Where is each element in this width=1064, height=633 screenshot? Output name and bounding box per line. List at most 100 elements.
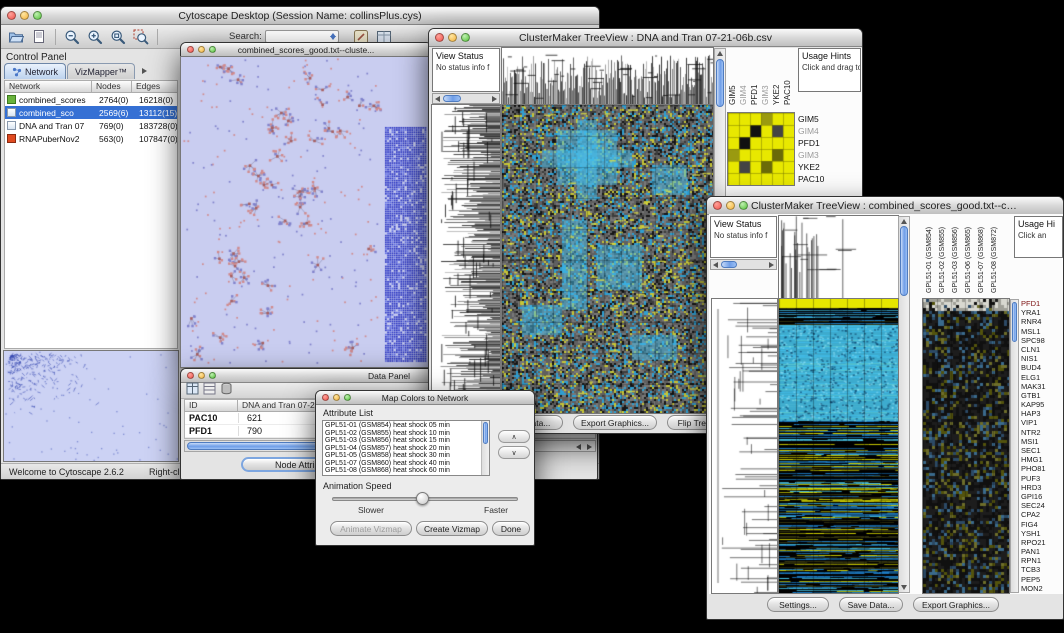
network-canvas[interactable]: [181, 57, 431, 367]
header-id[interactable]: ID: [184, 399, 238, 412]
gene-label[interactable]: MSI1: [1021, 437, 1063, 446]
zoom-window-button[interactable]: [461, 33, 470, 42]
zoom-fit-icon[interactable]: [108, 27, 128, 47]
gene-label[interactable]: RPO21: [1021, 538, 1063, 547]
close-button[interactable]: [7, 11, 16, 20]
scroll-left-icon[interactable]: [713, 262, 718, 268]
scroll-up-icon[interactable]: [717, 51, 723, 56]
minimize-button[interactable]: [198, 372, 205, 379]
treeview-combined-titlebar[interactable]: ClusterMaker TreeView : combined_scores_…: [707, 197, 1063, 215]
scrollbar-thumb[interactable]: [721, 261, 737, 268]
attribute-list-item[interactable]: GPL51-04 (GSM857) heat shock 20 min: [325, 445, 487, 453]
open-folder-icon[interactable]: [6, 27, 26, 47]
scroll-right-icon[interactable]: [769, 262, 774, 268]
zoom-selected-region-icon[interactable]: [131, 27, 151, 47]
attribute-delete-icon[interactable]: [220, 382, 233, 400]
animation-speed-slider-thumb[interactable]: [416, 492, 429, 505]
gene-label[interactable]: TCB3: [1021, 565, 1063, 574]
gene-label[interactable]: FIG4: [1021, 520, 1063, 529]
minimize-button[interactable]: [198, 46, 205, 53]
gene-label[interactable]: PAN1: [1021, 547, 1063, 556]
gene-label[interactable]: PEP5: [1021, 575, 1063, 584]
header-nodes[interactable]: Nodes: [92, 80, 132, 93]
create-vizmap-button[interactable]: Create Vizmap: [416, 521, 488, 536]
attribute-list-item[interactable]: GPL51-07 (GSM860) heat shock 40 min: [325, 460, 487, 468]
gene-label[interactable]: NTR2: [1021, 428, 1063, 437]
attribute-select-icon[interactable]: [186, 382, 199, 400]
zoom-window-button[interactable]: [739, 201, 748, 210]
minimize-button[interactable]: [726, 201, 735, 210]
map-colors-titlebar[interactable]: Map Colors to Network: [316, 391, 534, 405]
main-window-titlebar[interactable]: Cytoscape Desktop (Session Name: collins…: [1, 7, 599, 25]
gene-label[interactable]: SPC98: [1021, 336, 1063, 345]
gene-label[interactable]: YRA1: [1021, 308, 1063, 317]
gene-label[interactable]: YSH1: [1021, 529, 1063, 538]
gene-label[interactable]: MSL1: [1021, 327, 1063, 336]
close-button[interactable]: [713, 201, 722, 210]
network-list-row[interactable]: DNA and Tran 07 769(0) 183728(0): [5, 119, 177, 132]
move-down-button[interactable]: ∨: [498, 446, 530, 459]
scroll-left-icon[interactable]: [576, 444, 581, 450]
gene-label[interactable]: GTB1: [1021, 391, 1063, 400]
close-button[interactable]: [187, 46, 194, 53]
header-network[interactable]: Network: [4, 80, 92, 93]
gene-label[interactable]: RNR4: [1021, 317, 1063, 326]
gene-label[interactable]: RPN1: [1021, 556, 1063, 565]
gene-label[interactable]: GPI16: [1021, 492, 1063, 501]
heatmap-vscrollbar[interactable]: [898, 216, 910, 593]
network-list-row[interactable]: RNAPuberNov2 563(0) 107847(0): [5, 132, 177, 145]
close-button[interactable]: [435, 33, 444, 42]
column-dendrogram-canvas[interactable]: [779, 216, 898, 298]
minimize-button[interactable]: [448, 33, 457, 42]
gene-label[interactable]: MON2: [1021, 584, 1063, 593]
scroll-down-icon[interactable]: [901, 585, 907, 590]
attribute-list-vscrollbar[interactable]: [481, 421, 489, 475]
gene-label[interactable]: PHO81: [1021, 464, 1063, 473]
minimize-button[interactable]: [20, 11, 29, 20]
combo-down-icon[interactable]: [330, 36, 336, 40]
row-dendrogram-canvas[interactable]: [432, 105, 500, 413]
scrollbar-thumb[interactable]: [483, 422, 488, 444]
attribute-table-icon[interactable]: [203, 382, 216, 400]
scrollbar-thumb[interactable]: [1012, 302, 1017, 342]
header-edges[interactable]: Edges: [132, 80, 178, 93]
expression-vscrollbar[interactable]: [1010, 299, 1019, 593]
gene-label[interactable]: KAP95: [1021, 400, 1063, 409]
gene-label[interactable]: CPA2: [1021, 510, 1063, 519]
similarity-matrix-canvas[interactable]: [728, 113, 794, 185]
attribute-list-item[interactable]: GPL51-08 (GSM868) heat shock 60 min: [325, 467, 487, 475]
scroll-up-icon[interactable]: [901, 219, 907, 224]
zoom-out-icon[interactable]: [62, 27, 82, 47]
network-list-row[interactable]: combined_scores 2764(0) 16218(0): [5, 93, 177, 106]
heatmap-canvas[interactable]: [779, 299, 898, 593]
attribute-list-item[interactable]: GPL51-01 (GSM854) heat shock 05 min: [325, 422, 487, 430]
tab-overflow-icon[interactable]: [142, 68, 147, 74]
expression-heatmap-canvas[interactable]: [923, 299, 1009, 593]
gene-label[interactable]: PUF3: [1021, 474, 1063, 483]
row-dendrogram-canvas[interactable]: [712, 299, 777, 593]
tab-vizmapper[interactable]: VizMapper™: [67, 63, 135, 79]
attribute-list-item[interactable]: GPL51-02 (GSM855) heat shock 10 min: [325, 430, 487, 438]
done-button[interactable]: Done: [492, 521, 530, 536]
export-graphics-button[interactable]: Export Graphics...: [573, 415, 657, 430]
network-list-row[interactable]: combined_sco 2569(6) 13112(15): [5, 106, 177, 119]
gene-label[interactable]: CLN1: [1021, 345, 1063, 354]
scroll-left-icon[interactable]: [435, 96, 440, 102]
scrollbar-thumb[interactable]: [900, 226, 908, 296]
zoom-window-button[interactable]: [33, 11, 42, 20]
attribute-list-item[interactable]: GPL51-05 (GSM858) heat shock 30 min: [325, 452, 487, 460]
minimize-button[interactable]: [333, 394, 340, 401]
gene-label[interactable]: VIP1: [1021, 418, 1063, 427]
gene-label[interactable]: NIS1: [1021, 354, 1063, 363]
gene-label[interactable]: MAK31: [1021, 382, 1063, 391]
gene-label[interactable]: HAP3: [1021, 409, 1063, 418]
animate-vizmap-button[interactable]: Animate Vizmap: [330, 521, 412, 536]
tab-network[interactable]: Network: [4, 63, 66, 79]
gene-label[interactable]: HRD3: [1021, 483, 1063, 492]
gene-label[interactable]: ELG1: [1021, 373, 1063, 382]
close-button[interactable]: [322, 394, 329, 401]
attribute-list[interactable]: GPL51-01 (GSM854) heat shock 05 minGPL51…: [322, 420, 490, 476]
dendrogram-hscrollbar[interactable]: [432, 93, 500, 104]
scroll-right-icon[interactable]: [492, 96, 497, 102]
settings-button[interactable]: Settings...: [767, 597, 829, 612]
